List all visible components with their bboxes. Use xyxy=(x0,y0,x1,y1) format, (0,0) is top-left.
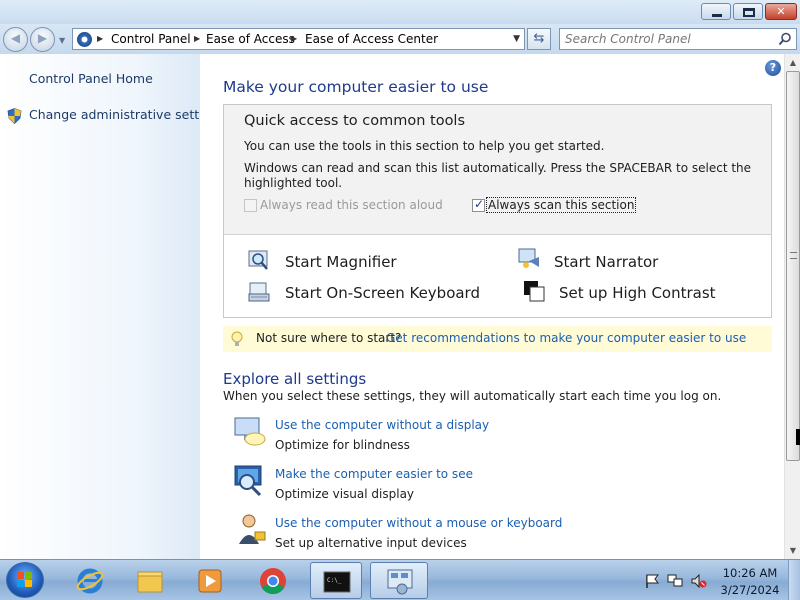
narrator-icon[interactable] xyxy=(517,247,541,271)
forward-arrow-icon: ▶ xyxy=(37,31,48,45)
breadcrumb-separator-icon[interactable]: ▶ xyxy=(194,34,200,43)
quick-access-heading: Quick access to common tools xyxy=(244,113,466,129)
navigation-bar: ◀ ▶ ▼ ▶ Control Panel ▶ Ease of Access ▶… xyxy=(0,24,800,54)
taskbar-command-prompt[interactable]: C:\_ xyxy=(310,562,362,599)
tip-bar: Not sure where to start? Get recommendat… xyxy=(223,326,772,352)
magnifier-icon[interactable] xyxy=(247,249,271,273)
close-button[interactable]: ✕ xyxy=(765,3,797,20)
svg-text:C:\_: C:\_ xyxy=(327,577,342,584)
search-box[interactable] xyxy=(559,28,797,50)
set-up-high-contrast-button[interactable]: Set up High Contrast xyxy=(559,284,716,302)
show-desktop-button[interactable] xyxy=(788,560,800,600)
network-icon[interactable] xyxy=(667,574,683,588)
person-speech-icon[interactable] xyxy=(233,512,267,546)
explore-settings-heading: Explore all settings xyxy=(223,370,367,388)
taskbar-control-panel[interactable] xyxy=(370,562,428,599)
start-button[interactable] xyxy=(6,562,44,598)
sidebar-item-control-panel-home[interactable]: Control Panel Home xyxy=(29,71,153,86)
maximize-button[interactable] xyxy=(733,3,763,20)
quick-access-header: Quick access to common tools You can use… xyxy=(224,105,771,235)
high-contrast-icon[interactable] xyxy=(523,280,547,304)
page-title: Make your computer easier to use xyxy=(223,78,489,96)
title-bar: ✕ xyxy=(0,0,800,24)
lightbulb-icon xyxy=(231,331,243,346)
control-panel-icon xyxy=(77,32,92,47)
clock-time[interactable]: 10:26 AM xyxy=(716,566,784,580)
scroll-grip-icon xyxy=(790,252,797,259)
breadcrumb-ease-of-access[interactable]: Ease of Access xyxy=(206,32,295,46)
without-mouse-or-keyboard-desc: Set up alternative input devices xyxy=(275,536,467,550)
mouse-cursor xyxy=(796,429,800,445)
main-content: ? Make your computer easier to use Quick… xyxy=(200,54,784,559)
folder-icon xyxy=(137,571,163,593)
control-panel-taskbar-icon xyxy=(387,569,413,595)
chrome-icon xyxy=(260,568,286,595)
breadcrumb-ease-of-access-center[interactable]: Ease of Access Center xyxy=(305,32,438,46)
search-input[interactable] xyxy=(565,31,770,47)
always-read-aloud-label[interactable]: Always read this section aloud xyxy=(260,198,443,212)
command-prompt-icon: C:\_ xyxy=(323,571,351,593)
magnify-monitor-icon[interactable] xyxy=(233,463,267,497)
address-dropdown-icon[interactable]: ▼ xyxy=(513,34,520,44)
tip-text: Not sure where to start? xyxy=(256,331,402,345)
keyboard-icon[interactable] xyxy=(247,280,271,304)
always-scan-checkbox[interactable] xyxy=(472,197,485,212)
get-recommendations-link[interactable]: Get recommendations to make your compute… xyxy=(386,331,746,345)
recent-pages-dropdown-icon[interactable]: ▼ xyxy=(59,36,65,45)
minimize-button[interactable] xyxy=(701,3,731,20)
forward-button[interactable]: ▶ xyxy=(30,27,55,52)
breadcrumb-separator-icon[interactable]: ▶ xyxy=(291,34,297,43)
start-on-screen-keyboard-button[interactable]: Start On-Screen Keyboard xyxy=(285,284,480,302)
easier-to-see-desc: Optimize visual display xyxy=(275,487,415,501)
clock-date[interactable]: 3/27/2024 xyxy=(716,583,784,597)
search-icon[interactable] xyxy=(778,32,792,46)
close-icon: ✕ xyxy=(776,5,786,18)
quick-access-scan-text: Windows can read and scan this list auto… xyxy=(244,161,752,190)
scroll-up-arrow-icon[interactable]: ▲ xyxy=(785,54,800,71)
scroll-thumb[interactable] xyxy=(786,71,800,461)
taskbar-media-player[interactable] xyxy=(184,562,236,599)
action-center-flag-icon[interactable] xyxy=(644,574,660,588)
quick-access-panel: Quick access to common tools You can use… xyxy=(223,104,772,318)
explore-settings-text: When you select these settings, they wil… xyxy=(223,389,722,403)
quick-access-intro-text: You can use the tools in this section to… xyxy=(244,139,605,153)
volume-muted-icon[interactable] xyxy=(691,574,707,588)
minimize-icon xyxy=(712,14,722,17)
back-button[interactable]: ◀ xyxy=(3,27,28,52)
use-without-display-desc: Optimize for blindness xyxy=(275,438,410,452)
windows-logo-icon xyxy=(17,572,32,587)
refresh-button[interactable]: ⇆ xyxy=(527,28,551,50)
vertical-scrollbar[interactable]: ▲ ▼ xyxy=(784,54,800,559)
help-icon[interactable]: ? xyxy=(765,60,781,76)
media-player-icon xyxy=(198,569,222,593)
breadcrumb-separator-icon[interactable]: ▶ xyxy=(97,34,103,43)
uac-shield-icon xyxy=(7,108,22,124)
without-mouse-or-keyboard-link[interactable]: Use the computer without a mouse or keyb… xyxy=(275,516,562,530)
always-scan-label[interactable]: Always scan this section xyxy=(485,197,637,213)
use-without-display-link[interactable]: Use the computer without a display xyxy=(275,418,489,432)
address-bar[interactable]: ▶ Control Panel ▶ Ease of Access ▶ Ease … xyxy=(72,28,525,50)
breadcrumb-control-panel[interactable]: Control Panel xyxy=(111,32,191,46)
taskbar: C:\_ 10:26 AM 3/27/2024 xyxy=(0,559,800,600)
start-magnifier-button[interactable]: Start Magnifier xyxy=(285,253,397,271)
taskbar-chrome[interactable] xyxy=(247,562,299,599)
scroll-down-arrow-icon[interactable]: ▼ xyxy=(785,542,800,559)
taskbar-internet-explorer[interactable] xyxy=(64,562,116,599)
display-speech-icon[interactable] xyxy=(233,414,267,448)
always-read-aloud-checkbox[interactable] xyxy=(244,199,257,212)
easier-to-see-link[interactable]: Make the computer easier to see xyxy=(275,467,473,481)
left-task-pane: Control Panel Home Change administrative… xyxy=(0,54,225,559)
start-narrator-button[interactable]: Start Narrator xyxy=(554,253,658,271)
taskbar-windows-explorer[interactable] xyxy=(124,562,176,599)
back-arrow-icon: ◀ xyxy=(10,31,21,45)
internet-explorer-icon xyxy=(76,568,104,594)
sidebar-item-change-administrative-settings[interactable]: Change administrative settings xyxy=(29,107,225,122)
maximize-icon xyxy=(743,8,755,17)
refresh-icon: ⇆ xyxy=(533,31,545,46)
